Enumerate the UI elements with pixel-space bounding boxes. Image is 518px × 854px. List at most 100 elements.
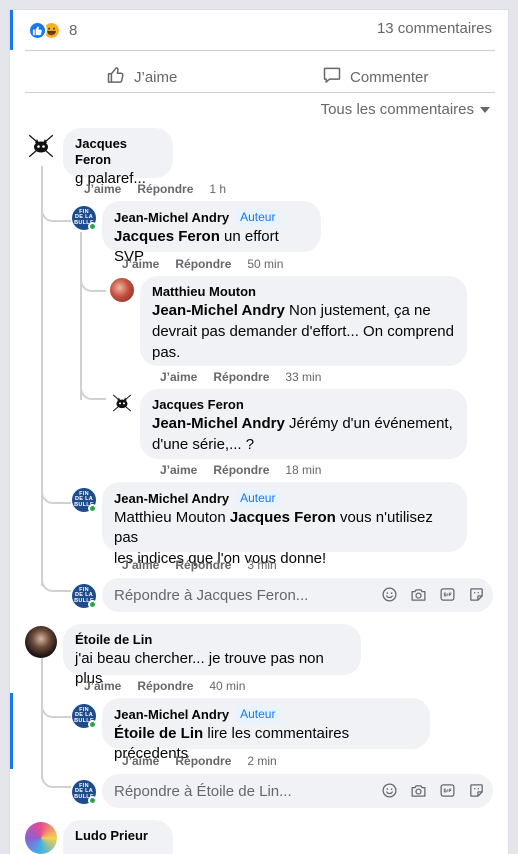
avatar-ludo-prieur[interactable] (25, 822, 57, 854)
thread-elbow-2a (41, 696, 71, 718)
online-status-dot (88, 720, 97, 729)
gif-icon[interactable] (438, 781, 456, 799)
avatar-jacques-feron[interactable] (110, 391, 134, 415)
comment-actions: J’aime Répondre 2 min (122, 753, 277, 769)
caret-down-icon (480, 106, 490, 113)
mention-tag[interactable]: Jacques Feron (114, 228, 220, 245)
reply-box (102, 578, 493, 612)
comment-time[interactable]: 18 min (285, 462, 321, 478)
thread-line-1 (41, 166, 43, 586)
comment-text: Matthieu Mouton Jacques Feron vous n'uti… (114, 508, 455, 548)
mention-tag[interactable]: Jean-Michel Andry (152, 415, 285, 432)
online-status-dot (88, 600, 97, 609)
like-button[interactable]: J’aime (106, 60, 177, 94)
comment-time[interactable]: 1 h (209, 181, 226, 197)
comment-time[interactable]: 50 min (247, 256, 283, 272)
comment-author[interactable]: Jean-Michel Andry Auteur (114, 706, 418, 723)
comment-count[interactable]: 13 commentaires (377, 20, 492, 37)
comments-panel: 8 13 commentaires J’aime Commenter Tous … (9, 9, 509, 854)
sort-label: Tous les commentaires (320, 101, 474, 118)
comment-time[interactable]: 3 min (247, 557, 276, 573)
camera-icon[interactable] (409, 781, 427, 799)
comment-bubble: Jean-Michel Andry Auteur Matthieu Mouton … (102, 482, 467, 567)
comment-text: Jean-Michel Andry Jérémy d'un événement, (152, 414, 455, 434)
author-badge: Auteur (235, 490, 281, 507)
reply-input[interactable] (114, 586, 374, 604)
mention-tag[interactable]: Jean-Michel Andry (152, 302, 285, 319)
reply-link[interactable]: Répondre (137, 678, 193, 694)
comment-text: Jean-Michel Andry Non justement, ça ne (152, 301, 455, 321)
reply-link[interactable]: Répondre (175, 256, 231, 272)
avatar-jacques-feron[interactable] (25, 130, 57, 162)
comment-author[interactable]: Jacques Feron (152, 397, 455, 413)
like-link[interactable]: J’aime (122, 256, 159, 272)
like-button-label: J’aime (134, 68, 178, 86)
mention-tag[interactable]: Jacques Feron (230, 509, 336, 526)
thread-elbow-1a (41, 200, 71, 222)
comment-bubble: Ludo Prieur (63, 820, 173, 854)
like-link[interactable]: J’aime (160, 369, 197, 385)
sticker-icon[interactable] (467, 781, 485, 799)
comment-bubble: Jacques Feron Jean-Michel Andry Jérémy d… (140, 389, 467, 459)
sort-comments-dropdown[interactable]: Tous les commentaires (321, 101, 490, 118)
comment-actions: J’aime Répondre 40 min (84, 678, 245, 694)
like-link[interactable]: J’aime (122, 557, 159, 573)
comment-bubble: Jacques Feron g palaref... (63, 128, 173, 187)
online-status-dot (88, 504, 97, 513)
comment-text-line: d'une série,... ? (152, 436, 255, 453)
comment-time[interactable]: 2 min (247, 753, 276, 769)
reply-input[interactable] (114, 782, 374, 800)
reply-link[interactable]: Répondre (213, 462, 269, 478)
reactions-summary[interactable]: 8 (28, 19, 77, 41)
comment-author[interactable]: Jean-Michel Andry Auteur (114, 209, 309, 226)
comment-time[interactable]: 40 min (209, 678, 245, 694)
thread-line-2 (41, 658, 43, 778)
like-link[interactable]: J’aime (84, 678, 121, 694)
accent-bar-top (10, 10, 13, 50)
like-link[interactable]: J’aime (122, 753, 159, 769)
thread-elbow-1b (41, 482, 71, 504)
reaction-count[interactable]: 8 (69, 22, 77, 39)
mention-tag[interactable]: Étoile de Lin (114, 725, 203, 742)
comment-button-label: Commenter (350, 68, 429, 86)
like-link[interactable]: J’aime (84, 181, 121, 197)
like-reaction-icon (28, 20, 47, 40)
comment-author[interactable]: Jean-Michel Andry Auteur (114, 490, 455, 507)
thread-elbow-2b (41, 766, 71, 788)
reply-tools (380, 585, 485, 603)
comment-bubble: Jean-Michel Andry Auteur Étoile de Lin li… (102, 698, 430, 762)
comment-author[interactable]: Étoile de Lin (75, 632, 349, 648)
sticker-icon[interactable] (467, 585, 485, 603)
divider-bottom (25, 92, 495, 93)
comment-icon (322, 65, 342, 89)
avatar-etoile-de-lin[interactable] (25, 626, 57, 658)
comment-time[interactable]: 33 min (285, 369, 321, 385)
reply-link[interactable]: Répondre (175, 557, 231, 573)
reply-link[interactable]: Répondre (137, 181, 193, 197)
comment-author[interactable]: Matthieu Mouton (152, 284, 455, 300)
comment-text-body: Matthieu Mouton (114, 509, 230, 526)
reply-link[interactable]: Répondre (213, 369, 269, 385)
comment-author[interactable]: Ludo Prieur (75, 828, 161, 844)
author-badge: Auteur (235, 209, 281, 226)
gif-icon[interactable] (438, 585, 456, 603)
comment-bubble: Étoile de Lin j'ai beau chercher... je t… (63, 624, 361, 687)
accent-bar-bottom (10, 693, 13, 769)
online-status-dot (88, 796, 97, 805)
emoji-icon[interactable] (380, 781, 398, 799)
thread-elbow-1-1b (80, 382, 106, 400)
like-link[interactable]: J’aime (160, 462, 197, 478)
reply-link[interactable]: Répondre (175, 753, 231, 769)
comment-actions: J’aime Répondre 3 min (122, 557, 277, 573)
comment-button[interactable]: Commenter (322, 60, 428, 94)
thread-line-1-1 (80, 232, 82, 400)
camera-icon[interactable] (409, 585, 427, 603)
avatar-matthieu-mouton[interactable] (110, 278, 134, 302)
cat-avatar-icon (112, 394, 132, 412)
comment-text-line: devrait pas demander d'effort... On comp… (152, 323, 454, 340)
comment-text-line: pas. (152, 344, 181, 361)
online-status-dot (88, 222, 97, 231)
emoji-icon[interactable] (380, 585, 398, 603)
comment-author[interactable]: Jacques Feron (75, 136, 161, 168)
comment-text-body: Non justement, ça ne (284, 302, 431, 319)
